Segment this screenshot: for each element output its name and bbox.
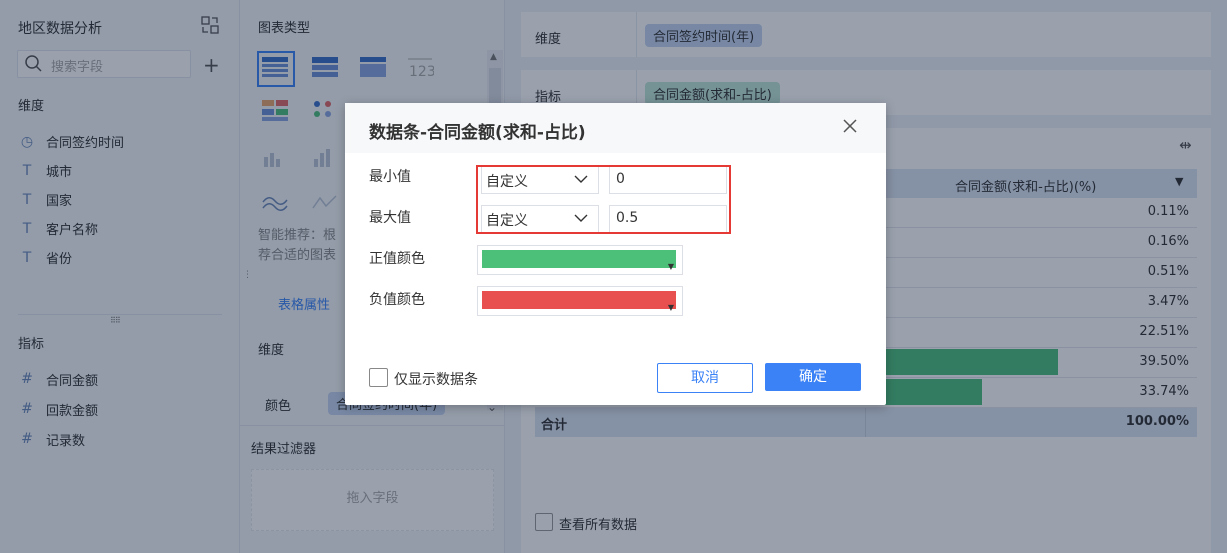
highlight-box (476, 165, 731, 234)
dialog-header: 数据条-合同金额(求和-占比) (345, 103, 886, 153)
min-label: 最小值 (369, 169, 411, 185)
data-bar-dialog: 数据条-合同金额(求和-占比) 最小值 自定义 0 最大值 自定义 0.5 正值… (345, 103, 886, 405)
only-bar-label: 仅显示数据条 (394, 372, 478, 388)
positive-color-swatch (482, 250, 676, 268)
caret-down-icon: ▼ (667, 303, 674, 312)
dialog-title: 数据条-合同金额(求和-占比) (369, 123, 586, 143)
only-bar-checkbox[interactable] (369, 368, 388, 387)
max-label: 最大值 (369, 210, 411, 226)
negative-color-picker[interactable]: ▼ (477, 286, 683, 316)
caret-down-icon: ▼ (667, 262, 674, 271)
positive-color-picker[interactable]: ▼ (477, 245, 683, 275)
negative-color-swatch (482, 291, 676, 309)
cancel-button[interactable]: 取消 (657, 363, 753, 393)
ok-button[interactable]: 确定 (765, 363, 861, 391)
negative-color-label: 负值颜色 (369, 292, 425, 308)
close-icon[interactable] (842, 118, 858, 138)
positive-color-label: 正值颜色 (369, 251, 425, 267)
